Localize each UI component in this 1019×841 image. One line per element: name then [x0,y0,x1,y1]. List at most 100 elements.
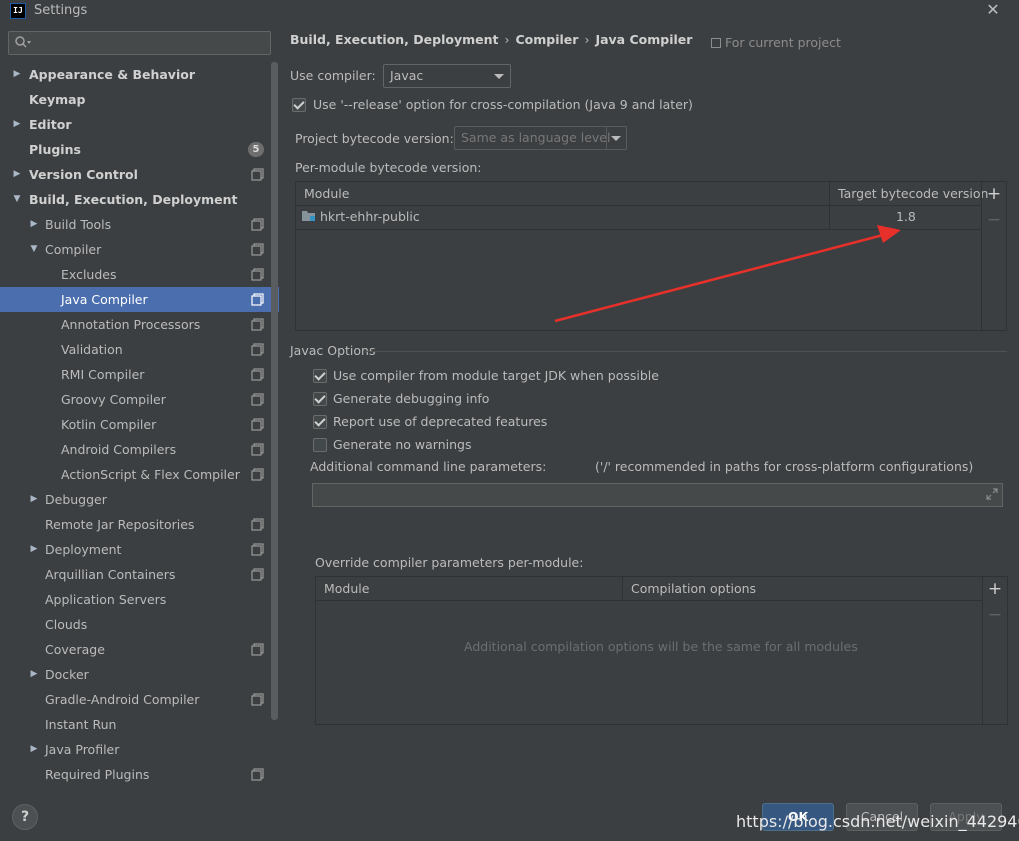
project-level-icon [251,368,264,381]
project-level-icon [251,468,264,481]
sidebar-item-label: Keymap [29,92,86,107]
option-checkbox[interactable] [313,369,327,383]
sidebar-item[interactable]: Instant Run [0,712,279,737]
sidebar-item-label: Clouds [45,617,88,632]
help-button[interactable]: ? [12,804,38,830]
sidebar-item[interactable]: Validation [0,337,279,362]
sidebar-item[interactable]: ▶ Version Control [0,162,279,187]
sidebar-item[interactable]: Arquillian Containers [0,562,279,587]
option-label: Report use of deprecated features [333,414,548,429]
sidebar-item-label: Groovy Compiler [61,392,166,407]
settings-content: Build, Execution, Deployment › Compiler › Ja… [279,22,1019,790]
sidebar-item[interactable]: Kotlin Compiler [0,412,279,437]
sidebar-item-label: Annotation Processors [61,317,201,332]
chevron-right-icon[interactable]: ▶ [29,737,39,762]
sidebar-item[interactable]: Plugins 5 [0,137,279,162]
sidebar-item[interactable]: ▶ Editor [0,112,279,137]
sidebar-item[interactable]: RMI Compiler [0,362,279,387]
sidebar-item-label: Java Compiler [61,292,148,307]
project-level-icon [251,768,264,781]
sidebar-item[interactable]: Gradle-Android Compiler [0,687,279,712]
sidebar-item[interactable]: ▼ Compiler [0,237,279,262]
project-level-icon [251,693,264,706]
sidebar-item[interactable]: Remote Jar Repositories [0,512,279,537]
sidebar-item[interactable]: Java Compiler [0,287,279,312]
override-params-table: Module Compilation options Additional co… [315,576,1008,725]
sidebar-item[interactable]: Keymap [0,87,279,112]
project-level-icon [251,218,264,231]
sidebar-item[interactable]: Excludes [0,262,279,287]
chevron-right-icon[interactable]: ▶ [29,212,39,237]
option-checkbox[interactable] [313,392,327,406]
column-header-module[interactable]: Module [316,577,622,601]
annotation-arrow [554,225,901,323]
option-checkbox[interactable] [313,415,327,429]
chevron-down-icon[interactable]: ▼ [29,237,39,262]
sidebar-item-label: Kotlin Compiler [61,417,157,432]
sidebar-item-label: Docker [45,667,89,682]
sidebar-scrollbar[interactable] [271,62,278,720]
chevron-right-icon[interactable]: ▶ [12,162,22,187]
sidebar-item-label: Editor [29,117,72,132]
chevron-right-icon[interactable]: ▶ [29,487,39,512]
project-level-icon [251,518,264,531]
override-params-label: Override compiler parameters per-module: [315,555,584,570]
additional-params-label: Additional command line parameters: [310,459,547,474]
plugin-update-badge: 5 [248,142,264,157]
empty-table-text: Additional compilation options will be t… [464,639,858,654]
settings-search-input[interactable] [8,31,271,55]
sidebar-item-label: Version Control [29,167,138,182]
table-toolbar: + − [982,577,1006,724]
watermark-text: https://blog.csdn.net/weixin_44294067 [736,812,1019,831]
sidebar-item-label: Plugins [29,142,81,157]
project-level-icon [251,418,264,431]
sidebar-item[interactable]: ▶ Deployment [0,537,279,562]
sidebar-item-label: Debugger [45,492,107,507]
section-divider [365,351,1007,352]
sidebar-item[interactable]: ActionScript & Flex Compiler [0,462,279,487]
sidebar-item-label: Arquillian Containers [45,567,176,582]
chevron-right-icon[interactable]: ▶ [12,112,22,137]
sidebar-item[interactable]: ▶ Docker [0,662,279,687]
sidebar-item-label: Application Servers [45,592,167,607]
chevron-right-icon[interactable]: ▶ [12,62,22,87]
expand-icon[interactable] [986,488,998,500]
chevron-right-icon[interactable]: ▶ [29,662,39,687]
sidebar-item[interactable]: Annotation Processors [0,312,279,337]
sidebar-item[interactable]: Groovy Compiler [0,387,279,412]
sidebar-item-label: Build Tools [45,217,112,232]
sidebar-item-label: Build, Execution, Deployment [29,192,238,207]
chevron-right-icon[interactable]: ▶ [29,537,39,562]
column-header-compilation-options[interactable]: Compilation options [622,577,982,601]
sidebar-item-label: Java Profiler [45,742,120,757]
sidebar-item[interactable]: Application Servers [0,587,279,612]
sidebar-item-label: ActionScript & Flex Compiler [61,467,240,482]
project-level-icon [251,318,264,331]
sidebar-item[interactable]: ▶ Appearance & Behavior [0,62,279,87]
sidebar-item[interactable]: Coverage [0,637,279,662]
additional-params-input[interactable] [312,483,1003,507]
option-label: Use compiler from module target JDK when… [333,368,659,383]
remove-icon[interactable]: − [983,605,1007,625]
chevron-down-icon[interactable]: ▼ [12,187,22,212]
sidebar-item[interactable]: ▶ Debugger [0,487,279,512]
settings-sidebar: ▶ Appearance & Behavior Keymap ▶ Editor Plugi… [0,22,279,790]
option-checkbox[interactable] [313,438,327,452]
window-title: Settings [34,3,88,18]
option-label: Generate debugging info [333,391,490,406]
sidebar-item[interactable]: Required Plugins [0,762,279,787]
project-level-icon [251,243,264,256]
project-level-icon [251,343,264,356]
sidebar-item[interactable]: ▶ Build Tools [0,212,279,237]
sidebar-item[interactable]: Android Compilers [0,437,279,462]
sidebar-item[interactable]: ▶ Java Profiler [0,737,279,762]
sidebar-item-label: Appearance & Behavior [29,67,195,82]
sidebar-item-label: Validation [61,342,123,357]
project-level-icon [251,393,264,406]
add-icon[interactable]: + [983,579,1007,599]
sidebar-item[interactable]: ▼ Build, Execution, Deployment [0,187,279,212]
sidebar-item-label: Instant Run [45,717,117,732]
sidebar-item[interactable]: Clouds [0,612,279,637]
close-icon[interactable]: ✕ [985,0,1001,20]
title-bar: IJ Settings ✕ [0,0,1019,22]
